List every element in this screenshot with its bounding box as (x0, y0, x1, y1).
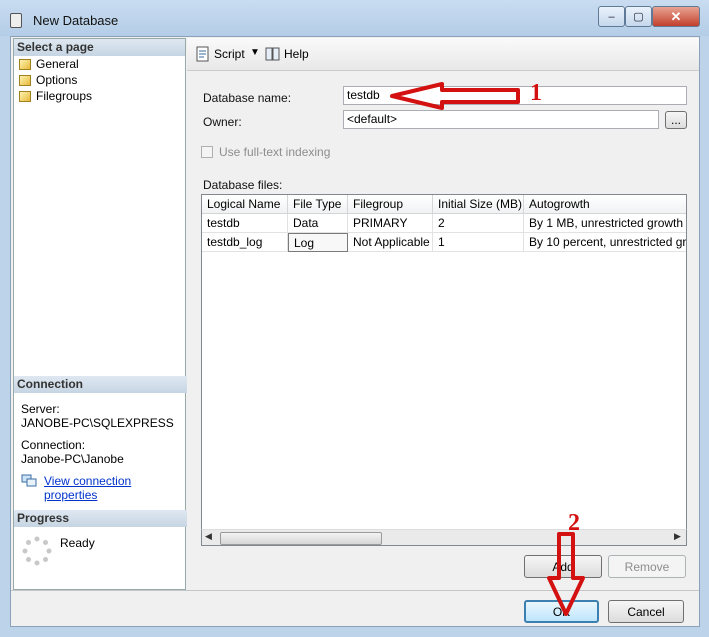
table-cell[interactable]: 2 (433, 214, 524, 233)
script-button[interactable]: Script (195, 45, 245, 63)
progress-spinner-icon (22, 536, 52, 566)
remove-button[interactable]: Remove (608, 555, 686, 578)
database-files-label: Database files: (203, 178, 283, 192)
annotation-arrow-2-icon (547, 532, 585, 616)
select-page-header: Select a page (14, 39, 185, 56)
minimize-button[interactable]: – (598, 6, 625, 27)
view-connection-properties-link[interactable]: View connection properties (44, 474, 185, 502)
page-item-label: Filegroups (36, 89, 93, 103)
connection-header: Connection (14, 376, 188, 393)
fulltext-indexing-checkbox[interactable] (201, 146, 213, 158)
page-item-options[interactable]: Options (14, 72, 185, 88)
annotation-arrow-1-icon (390, 82, 520, 110)
page-icon (19, 74, 31, 86)
scroll-right-icon[interactable]: ▶ (674, 531, 681, 542)
column-header[interactable]: Logical Name (202, 195, 288, 214)
column-header[interactable]: Initial Size (MB) (433, 195, 524, 214)
table-cell[interactable]: testdb (202, 214, 288, 233)
column-header[interactable]: File Type (288, 195, 348, 214)
horizontal-scrollbar[interactable]: ◀ ▶ (201, 529, 687, 546)
restore-button[interactable]: ▢ (625, 6, 652, 27)
page-item-label: Options (36, 73, 78, 87)
page-icon (19, 90, 31, 102)
table-cell[interactable]: testdb_log (202, 233, 288, 252)
server-label: Server: (21, 402, 60, 416)
column-header[interactable]: Autogrowth (524, 195, 686, 214)
table-cell[interactable]: 1 (433, 233, 524, 252)
fulltext-indexing-label: Use full-text indexing (219, 145, 331, 159)
window-title: New Database (33, 13, 119, 28)
scroll-left-icon[interactable]: ◀ (205, 531, 212, 542)
database-files-grid[interactable]: Logical Name File Type Filegroup Initial… (201, 194, 687, 546)
progress-header: Progress (14, 510, 188, 527)
database-name-label: Database name: (203, 91, 292, 105)
page-item-general[interactable]: General (14, 56, 185, 72)
help-button[interactable]: Help (265, 45, 309, 63)
server-value: JANOBE-PC\SQLEXPRESS (21, 416, 174, 430)
table-cell[interactable]: Data (288, 214, 348, 233)
page-icon (19, 58, 31, 70)
connection-value: Janobe-PC\Janobe (21, 452, 124, 466)
table-cell[interactable]: Not Applicable (348, 233, 433, 252)
page-item-filegroups[interactable]: Filegroups (14, 88, 185, 104)
database-icon (10, 13, 22, 28)
table-cell[interactable]: By 10 percent, unrestricted growth (524, 233, 686, 252)
progress-status: Ready (60, 536, 95, 550)
help-label: Help (284, 47, 309, 61)
table-cell[interactable]: Log (288, 233, 348, 252)
scroll-thumb[interactable] (220, 532, 382, 545)
connection-label: Connection: (21, 438, 86, 452)
owner-label: Owner: (203, 115, 242, 129)
owner-browse-button[interactable]: ... (665, 111, 687, 129)
bottom-divider (11, 590, 699, 591)
left-pane: Select a page General Options Filegroups… (13, 38, 188, 590)
help-icon (265, 47, 280, 61)
page-item-label: General (36, 57, 79, 71)
table-cell[interactable]: By 1 MB, unrestricted growth (524, 214, 686, 233)
column-header[interactable]: Filegroup (348, 195, 433, 214)
script-dropdown-arrow-icon[interactable]: ▼ (250, 47, 260, 58)
toolbar (187, 38, 699, 71)
annotation-number-1: 1 (530, 80, 542, 106)
close-button[interactable]: ✕ (652, 6, 700, 27)
script-label: Script (214, 47, 245, 61)
script-icon (196, 46, 209, 62)
connection-properties-icon (21, 474, 37, 487)
cancel-button[interactable]: Cancel (608, 600, 684, 623)
table-cell[interactable]: PRIMARY (348, 214, 433, 233)
